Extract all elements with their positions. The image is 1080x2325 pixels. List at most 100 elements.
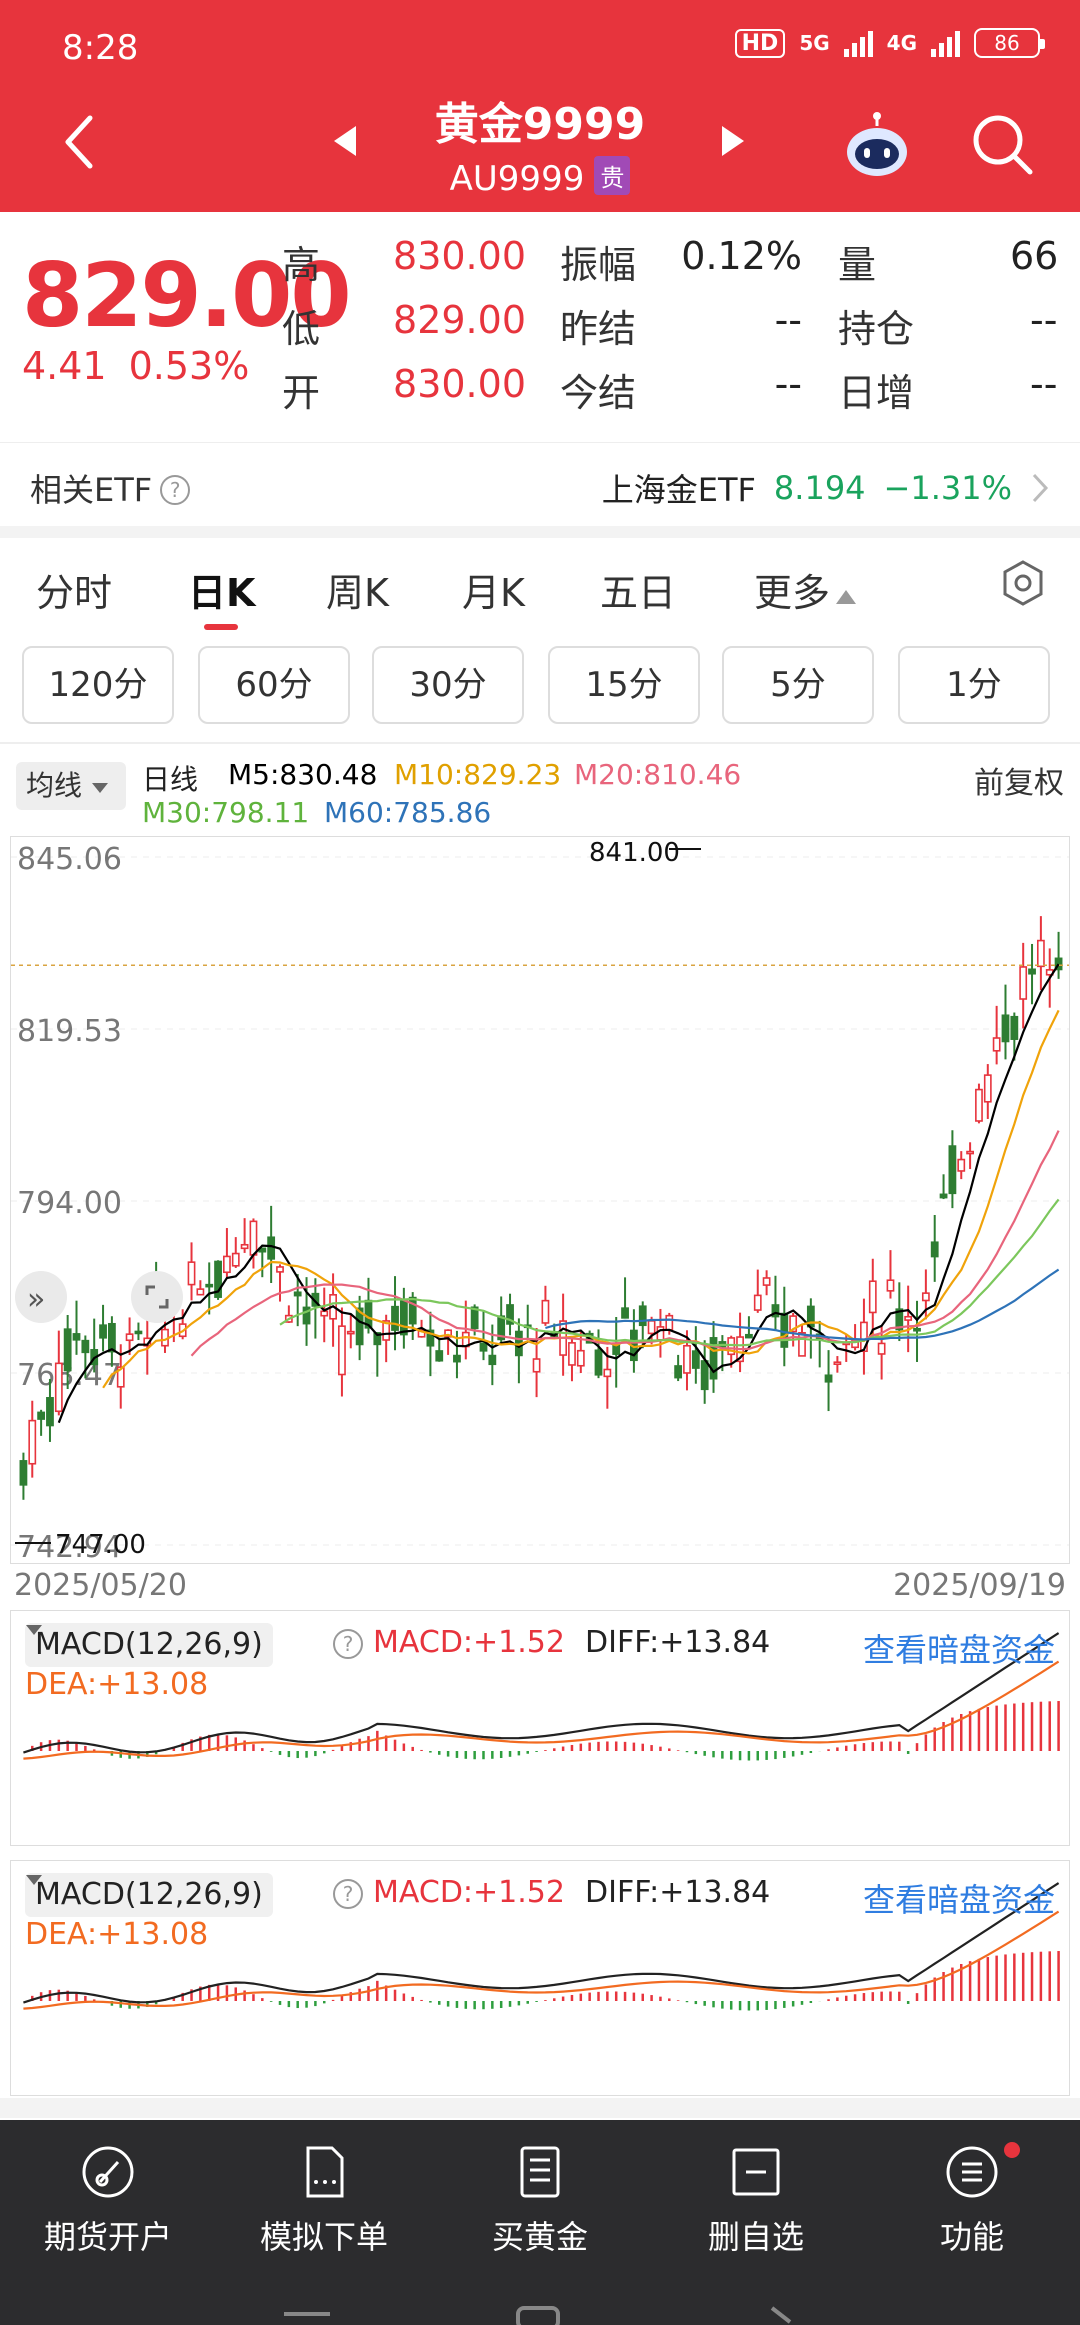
candle-body (46, 1397, 54, 1427)
tab-weekly-k[interactable]: 周K (326, 562, 389, 617)
label-settle: 今结 (560, 371, 637, 415)
candle-body (674, 1365, 683, 1379)
candle-body (1028, 968, 1036, 975)
tab-monthly-k[interactable]: 月K (462, 562, 525, 617)
kline-svg: 845.06819.53794.00768.47742.94841.00747.… (11, 838, 1069, 1563)
macd-help-icon[interactable]: ? (333, 1629, 363, 1659)
triangle-up-icon (836, 590, 857, 604)
candle-body (665, 1314, 674, 1331)
signal-bars-icon-2 (931, 29, 960, 57)
chart-settings-button[interactable] (998, 558, 1048, 608)
value-amplitude: 0.12% (681, 234, 802, 278)
candle-body (753, 1294, 762, 1311)
candle-body (125, 1333, 134, 1342)
caret-down-icon (26, 1625, 42, 1635)
period-5m-button[interactable]: 5分 (722, 646, 874, 724)
system-back-icon[interactable] (770, 2306, 792, 2324)
macd-indicator-selector[interactable]: MACD(12,26,9) (25, 1623, 273, 1667)
notification-dot (1004, 2142, 1020, 2158)
label-prev-settle: 昨结 (560, 307, 637, 351)
next-instrument-button[interactable] (718, 124, 748, 162)
candle-body (638, 1305, 647, 1327)
ma-m30: M30:798.11 (142, 796, 310, 829)
help-icon[interactable]: ? (160, 475, 191, 505)
tab-daily-k[interactable]: 日K (188, 562, 255, 617)
candle-body (833, 1361, 842, 1366)
macd-label-2: MACD(12,26,9) (35, 1877, 263, 1912)
price-change: 4.41 0.53% (22, 344, 249, 388)
macd-help-icon-2[interactable]: ? (333, 1879, 363, 1909)
ma-m5: M5:830.48 (228, 758, 378, 791)
value-daily-inc: -- (1030, 362, 1058, 406)
etf-quote: 上海金ETF 8.194 −1.31% (602, 465, 1050, 511)
candle-body (54, 1362, 63, 1413)
dark-pool-link-2[interactable]: 查看暗盘资金 (863, 1875, 1055, 1921)
candle-body (621, 1307, 629, 1319)
ma-selector-label: 均线 (26, 769, 83, 802)
candle-body (108, 1322, 116, 1353)
period-30m-button[interactable]: 30分 (372, 646, 524, 724)
ma5-line (57, 963, 1060, 1424)
macd-panel-2[interactable]: MACD(12,26,9) ? MACD:+1.52 DIFF:+13.84 D… (10, 1860, 1070, 2096)
period-60m-button[interactable]: 60分 (198, 646, 350, 724)
candle-body (205, 1283, 214, 1288)
ma-selector[interactable]: 均线 (16, 762, 126, 810)
adjust-mode[interactable]: 前复权 (974, 758, 1064, 802)
nav-buy-gold[interactable]: 买黄金 (450, 2142, 630, 2258)
nav-label-4: 删自选 (707, 2218, 804, 2256)
label-high: 高 (282, 243, 321, 287)
app-root: 8:28 HD 5G 4G 86 黄金9999 AU9999 贵 829.00 … (0, 0, 1080, 2325)
candle-body (293, 1291, 302, 1297)
candle-body (391, 1305, 399, 1331)
ma-m60: M60:785.86 (324, 796, 492, 829)
dea-value-2: DEA:+13.08 (25, 1917, 209, 1952)
macd-value: MACD:+1.52 (373, 1625, 565, 1660)
label-position: 持仓 (838, 307, 915, 351)
candle-body (541, 1299, 550, 1324)
candle-body (824, 1374, 833, 1383)
candle-body (249, 1220, 258, 1256)
tab-intraday[interactable]: 分时 (36, 562, 112, 617)
label-volume: 量 (838, 243, 877, 287)
search-button[interactable] (970, 112, 1036, 178)
candle-body (1019, 966, 1028, 1000)
period-1m-button[interactable]: 1分 (898, 646, 1050, 724)
bottom-nav: 期货开户 模拟下单 买黄金 删自选 功能 (0, 2120, 1080, 2325)
robot-icon (847, 112, 907, 176)
value-volume: 66 (1010, 234, 1059, 278)
nav-futures-account[interactable]: 期货开户 (18, 2142, 198, 2258)
period-120m-button[interactable]: 120分 (22, 646, 174, 724)
etf-price: 8.194 (773, 469, 866, 507)
nav-remove-favorite[interactable]: 删自选 (666, 2142, 846, 2258)
value-low: 829.00 (393, 298, 526, 342)
period-15m-button[interactable]: 15分 (548, 646, 700, 724)
related-etf-row[interactable]: 相关ETF? 上海金ETF 8.194 −1.31% (0, 442, 1080, 526)
candle-body (957, 1158, 966, 1172)
macd-label: MACD(12,26,9) (35, 1627, 263, 1662)
assistant-robot-button[interactable] (842, 112, 912, 182)
macd-indicator-selector-2[interactable]: MACD(12,26,9) (25, 1873, 273, 1917)
macd-panel-1[interactable]: MACD(12,26,9) ? MACD:+1.52 DIFF:+13.84 D… (10, 1610, 1070, 1846)
system-home-icon[interactable] (516, 2306, 560, 2325)
nav-simulated-order[interactable]: 模拟下单 (234, 2142, 414, 2258)
triangle-right-icon (722, 126, 744, 156)
tab-more[interactable]: 更多 (754, 562, 858, 617)
value-settle: -- (774, 362, 802, 406)
candle-body (576, 1349, 585, 1367)
section-divider-2 (0, 2098, 1080, 2118)
candle-body (1001, 1014, 1010, 1043)
macd-value-2: MACD:+1.52 (373, 1875, 565, 1910)
remove-favorite-icon (732, 2148, 780, 2196)
tab-five-day[interactable]: 五日 (600, 562, 676, 617)
ma-type: 日线 (142, 763, 199, 796)
divider (0, 742, 1080, 744)
kline-chart[interactable]: 845.06 819.53 794.00 768.47 742.94 841.00 747.… (10, 836, 1070, 1564)
candle-body (877, 1342, 886, 1355)
code-text: AU9999 (449, 159, 585, 199)
ma20-line (190, 1130, 1060, 1357)
high-marker-label: 841.00 (589, 838, 680, 868)
value-prev-settle: -- (774, 298, 802, 342)
nav-functions[interactable]: 功能 (882, 2142, 1062, 2258)
x-start-date: 2025/05/20 (14, 1568, 187, 1603)
dark-pool-link[interactable]: 查看暗盘资金 (863, 1625, 1055, 1671)
